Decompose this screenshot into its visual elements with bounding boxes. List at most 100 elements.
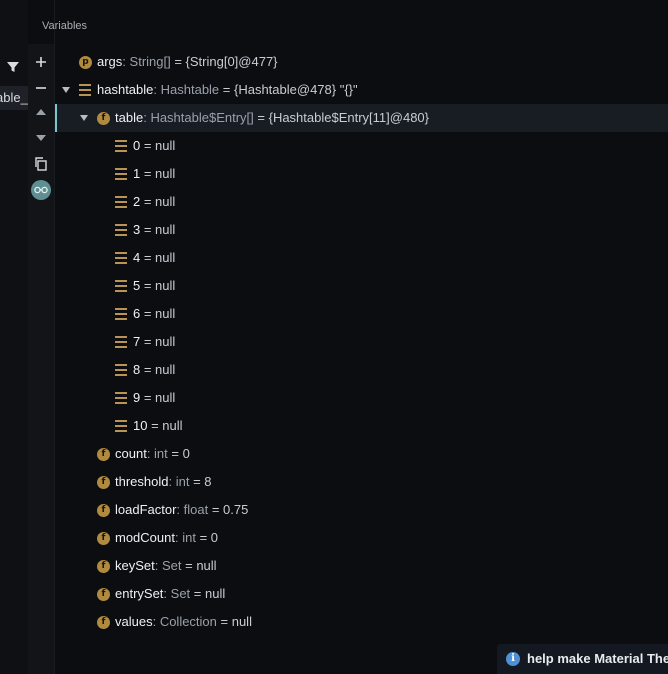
variable-text: 6 = null — [133, 300, 175, 328]
variable-type: int — [154, 446, 168, 461]
field-icon: f — [97, 112, 110, 125]
variable-name: entrySet — [115, 586, 164, 601]
variable-row[interactable]: 7 = null — [55, 328, 668, 356]
variable-value: = null — [140, 390, 176, 405]
variable-type: float — [183, 502, 209, 517]
variable-value: = 0.75 — [208, 502, 249, 517]
variable-text: entrySet: Set = null — [115, 580, 225, 608]
variable-name: count — [115, 446, 147, 461]
variable-row[interactable]: 2 = null — [55, 188, 668, 216]
field-icon: f — [97, 532, 110, 545]
variable-row[interactable]: 6 = null — [55, 300, 668, 328]
variable-type: Collection — [159, 614, 217, 629]
variable-row[interactable]: f values: Collection = null — [55, 608, 668, 636]
variable-text: 2 = null — [133, 188, 175, 216]
variable-type: Hashtable$Entry[] — [150, 110, 254, 125]
variable-text: count: int = 0 — [115, 440, 190, 468]
variable-value: = null — [147, 418, 183, 433]
expand-arrow-icon[interactable] — [79, 104, 89, 132]
variable-row[interactable]: 5 = null — [55, 272, 668, 300]
variable-row[interactable]: 1 = null — [55, 160, 668, 188]
variable-value: = 0 — [167, 446, 190, 461]
variable-text: 9 = null — [133, 384, 175, 412]
variable-type: int — [175, 474, 190, 489]
variable-name: loadFactor — [115, 502, 177, 517]
array-element-icon — [115, 308, 127, 320]
variable-row[interactable]: 3 = null — [55, 216, 668, 244]
array-element-icon — [115, 196, 127, 208]
variable-row[interactable]: f entrySet: Set = null — [55, 580, 668, 608]
array-element-icon — [115, 364, 127, 376]
separator: : — [122, 54, 130, 69]
separator: : — [168, 474, 176, 489]
variable-text: 0 = null — [133, 132, 175, 160]
variable-row[interactable]: f threshold: int = 8 — [55, 468, 668, 496]
variable-text: 8 = null — [133, 356, 175, 384]
array-element-icon — [115, 420, 127, 432]
variable-value: = null — [140, 250, 176, 265]
variable-text: 3 = null — [133, 216, 175, 244]
field-icon: f — [97, 616, 110, 629]
variable-value: = null — [216, 614, 252, 629]
variable-row[interactable]: f loadFactor: float = 0.75 — [55, 496, 668, 524]
field-icon: f — [97, 560, 110, 573]
separator: : — [163, 586, 171, 601]
variable-row[interactable]: 0 = null — [55, 132, 668, 160]
variable-row[interactable]: f modCount: int = 0 — [55, 524, 668, 552]
field-icon: f — [97, 476, 110, 489]
expand-arrow-icon[interactable] — [61, 76, 71, 104]
variable-row[interactable]: hashtable: Hashtable = {Hashtable@478} "… — [55, 76, 668, 104]
array-element-icon — [115, 336, 127, 348]
variable-name: modCount — [115, 530, 175, 545]
minus-icon[interactable] — [33, 80, 49, 96]
array-element-icon — [115, 140, 127, 152]
variable-row[interactable]: 4 = null — [55, 244, 668, 272]
separator: : — [153, 82, 161, 97]
variable-name: table — [115, 110, 144, 125]
variable-type: int — [182, 530, 196, 545]
variable-value: = null — [140, 334, 176, 349]
array-element-icon — [115, 168, 127, 180]
variable-value: = null — [190, 586, 226, 601]
field-icon: f — [97, 448, 110, 461]
separator: : — [152, 614, 160, 629]
separator: : — [146, 446, 155, 461]
info-icon: i — [506, 652, 520, 666]
variable-row[interactable]: f table: Hashtable$Entry[] = {Hashtable$E… — [55, 104, 668, 132]
variable-text: keySet: Set = null — [115, 552, 217, 580]
variable-row[interactable]: f count: int = 0 — [55, 440, 668, 468]
variable-text: 10 = null — [133, 412, 183, 440]
variable-value: = {Hashtable@478} "{}" — [219, 82, 358, 97]
funnel-icon[interactable] — [6, 60, 20, 74]
triangle-down-icon[interactable] — [33, 130, 49, 146]
array-element-icon — [115, 392, 127, 404]
glasses-icon[interactable] — [31, 180, 51, 200]
variable-value: = {Hashtable$Entry[11]@480} — [253, 110, 429, 125]
frame-tab[interactable]: able_0 — [0, 86, 28, 110]
variable-text: args: String[] = {String[0]@477} — [97, 48, 278, 76]
variable-name: 10 — [133, 418, 148, 433]
plus-icon[interactable] — [33, 54, 49, 70]
variable-value: = null — [181, 558, 217, 573]
notification-balloon[interactable]: i help make Material Theme UI better — [497, 644, 668, 674]
variable-name: keySet — [115, 558, 155, 573]
triangle-up-icon[interactable] — [33, 104, 49, 120]
variable-value: = null — [140, 306, 176, 321]
variable-row[interactable]: f keySet: Set = null — [55, 552, 668, 580]
variable-value: = 0 — [195, 530, 218, 545]
array-element-icon — [115, 280, 127, 292]
variable-name: args — [97, 54, 123, 69]
variable-name: hashtable — [97, 82, 154, 97]
variable-row[interactable]: 8 = null — [55, 356, 668, 384]
panel-title: Variables — [42, 20, 88, 32]
variable-row[interactable]: p args: String[] = {String[0]@477} — [55, 48, 668, 76]
variable-text: threshold: int = 8 — [115, 468, 212, 496]
variable-row[interactable]: 10 = null — [55, 412, 668, 440]
variable-row[interactable]: 9 = null — [55, 384, 668, 412]
field-icon: f — [97, 504, 110, 517]
variable-value: = null — [140, 166, 176, 181]
variable-type: Set — [170, 586, 191, 601]
copy-icon[interactable] — [33, 156, 49, 172]
variable-value: = null — [140, 362, 176, 377]
separator: : — [154, 558, 162, 573]
